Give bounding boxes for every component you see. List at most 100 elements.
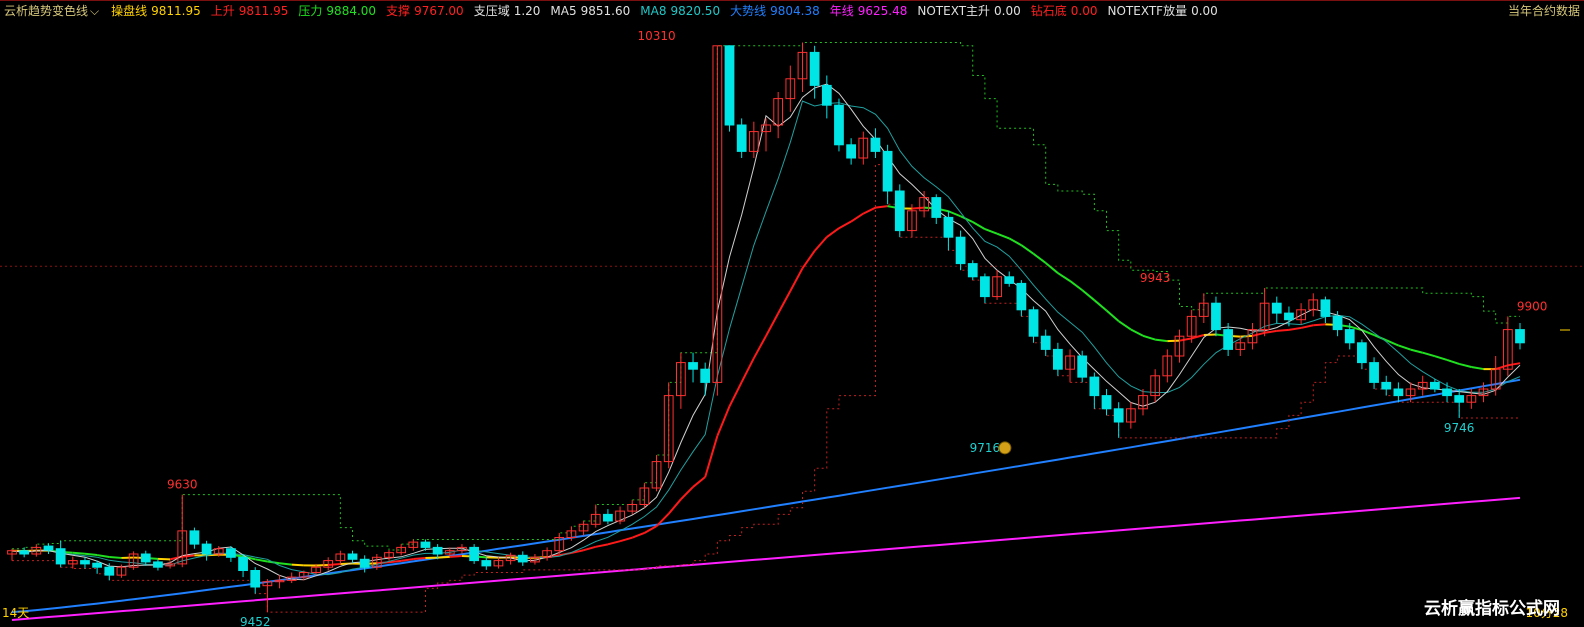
legend-item-label: 上升 (210, 4, 235, 18)
trend-color-segment (838, 220, 852, 230)
trend-color-segment (279, 562, 292, 566)
legend-item-value: 9767.00 (414, 4, 464, 18)
candle-body (226, 548, 236, 558)
candle-body (153, 561, 163, 568)
candle-body (736, 124, 747, 152)
candle-body (1113, 408, 1124, 423)
price-extreme-label: 9452 (240, 615, 271, 627)
trend-color-segment (789, 267, 804, 292)
legend-item: 大势线 9804.38 (730, 4, 820, 18)
trend-color-segment (255, 558, 268, 563)
candle-body (1515, 329, 1525, 344)
legend-item-label: MA8 (640, 4, 667, 18)
contract-data-label[interactable]: 当年合约数据 (1508, 2, 1580, 19)
trend-color-segment (680, 486, 694, 501)
period-label: 14天 (2, 606, 30, 620)
candle-body (980, 276, 990, 298)
legend-item-value: 9811.95 (238, 4, 289, 18)
candle-body (700, 368, 711, 383)
candle-body (846, 144, 857, 159)
trend-color-segment (595, 543, 609, 548)
candle-body (688, 362, 698, 370)
trend-color-segment (692, 476, 706, 488)
price-extreme-label: 9900 (1517, 299, 1548, 313)
legend-item-label: 大势线 (730, 4, 767, 18)
trend-color-segment (1045, 262, 1059, 274)
candle-body (1393, 388, 1404, 397)
trend-color-segment (413, 556, 426, 561)
trend-color-segment (1458, 362, 1472, 368)
trend-color-segment (1179, 337, 1192, 342)
candle-body (1101, 395, 1112, 410)
trend-color-segment (1276, 328, 1290, 332)
candle-body (1320, 299, 1331, 317)
candle-body (834, 104, 844, 146)
legend-item: MA5 9851.60 (550, 4, 630, 18)
price-extreme-label: 10310 (637, 29, 675, 43)
candle-body (1089, 376, 1100, 397)
trend-color-segment (1142, 334, 1156, 341)
trend-color-segment (1057, 272, 1071, 282)
legend-item: NOTEXTF放量 0.00 (1108, 4, 1218, 18)
price-extreme-label: 9746 (1444, 421, 1475, 435)
legend-item-label: 钻石底 (1030, 4, 1067, 18)
trend-color-segment (1155, 338, 1168, 343)
candlestick-chart[interactable]: 10310 9630 9452 9943 9716 9900 9746 (0, 0, 1584, 627)
candle-body (1369, 362, 1379, 383)
trend-color-segment (437, 555, 450, 559)
legend-item-value: 9820.50 (670, 4, 721, 18)
candle-body (19, 550, 30, 555)
candle-body (420, 541, 431, 548)
trend-color-segment (1264, 329, 1277, 334)
trend-color-segment (813, 236, 828, 252)
candle-body (943, 216, 954, 238)
candle-body (481, 560, 492, 567)
trend-color-segment (752, 335, 767, 359)
trend-color-segment (1118, 320, 1132, 331)
trend-color-segment (765, 312, 780, 337)
price-extreme-label: 9630 (167, 478, 198, 492)
trend-color-segment (619, 536, 633, 543)
watermark: 云析赢指标公式网 (1424, 599, 1560, 619)
price-extreme-label: 9943 (1140, 271, 1171, 285)
trend-color-segment (1069, 280, 1083, 291)
legend-item-label: NOTEXTF放量 (1107, 4, 1188, 18)
trend-color-segment (1422, 351, 1436, 358)
chevron-down-icon[interactable]: ⌵ (90, 2, 99, 20)
candle-body (469, 546, 480, 562)
trend-line (11, 378, 1521, 614)
trend-color-segment (826, 227, 840, 238)
legend-item-value: 0.00 (1191, 4, 1218, 18)
trend-color-segment (862, 206, 876, 215)
candle-body (1284, 312, 1294, 321)
trend-color-segment (740, 357, 755, 383)
candle-body (1429, 381, 1440, 390)
legend-item: 压力 9884.00 (298, 4, 376, 18)
candle-body (955, 236, 966, 265)
legend-item-label: 年线 (829, 4, 854, 18)
legend-item-value: 1.20 (513, 4, 541, 18)
trend-color-segment (1203, 333, 1217, 337)
candle-body (140, 553, 151, 563)
legend-item: 支压域 1.20 (474, 4, 541, 18)
trend-color-segment (667, 498, 682, 515)
candle-body (189, 530, 200, 545)
trend-color-segment (1507, 362, 1521, 367)
trend-color-segment (1471, 365, 1484, 371)
trend-color-segment (1434, 355, 1448, 361)
candle-body (250, 570, 261, 588)
indicator-legend: 云析趋势变色线 ⌵ 操盘线 9811.95 上升 9811.95 压力 9884.00 支撑… (4, 2, 1228, 20)
trend-color-segment (583, 545, 597, 552)
ma5-line (11, 83, 1521, 581)
candle-body (1028, 309, 1039, 337)
candle-body (1381, 381, 1392, 390)
candle-body (1357, 342, 1367, 364)
legend-item-value: 9625.48 (857, 4, 908, 18)
candle-body (1016, 282, 1027, 311)
legend-item: 年线 9625.48 (830, 4, 908, 18)
candle-body (809, 51, 820, 86)
trend-color-segment (1313, 323, 1326, 327)
legend-item-value: 9884.00 (326, 4, 377, 18)
indicator-title[interactable]: 云析趋势变色线 (4, 2, 88, 20)
candle-body (724, 45, 735, 126)
